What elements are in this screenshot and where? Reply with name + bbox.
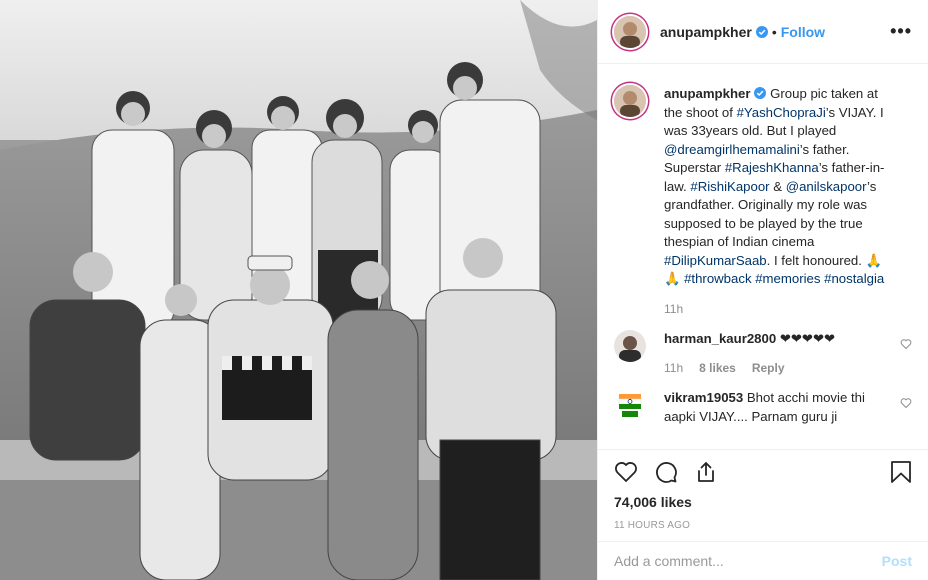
comment-like-heart-icon[interactable] (900, 397, 912, 409)
caption-segment: & (769, 178, 786, 194)
share-icon[interactable] (694, 460, 718, 484)
hashtag-link[interactable]: #RishiKapoor (690, 179, 769, 194)
likes-count[interactable]: 74,006 likes (614, 494, 912, 510)
caption-row: anupampkher Group pic taken at the shoot… (614, 85, 912, 316)
comment-likes[interactable]: 8 likes (699, 361, 736, 375)
follow-button[interactable]: Follow (781, 24, 825, 40)
hashtag-link[interactable]: #nostalgia (824, 271, 884, 286)
post-timestamp[interactable]: 11 HOURS AGO (614, 520, 912, 531)
reply-button[interactable]: Reply (752, 361, 785, 375)
save-bookmark-icon[interactable] (890, 460, 912, 484)
commenter-avatar[interactable] (614, 389, 646, 421)
comment-row: vikram19053 Bhot acchi movie thi aapki V… (614, 389, 912, 426)
action-icons (614, 450, 912, 494)
comment-meta: 11h 8 likes Reply (664, 361, 898, 375)
comment-text: harman_kaur2800 ❤❤❤❤❤ (664, 330, 898, 349)
caption-text: anupampkher Group pic taken at the shoot… (664, 85, 898, 289)
commenter-avatar[interactable] (614, 329, 646, 362)
hashtag-link[interactable]: #YashChopraJi (737, 105, 826, 120)
separator-dot: • (771, 23, 777, 40)
mention-link[interactable]: @dreamgirlhemamalini (664, 142, 800, 157)
post-actions: 74,006 likes 11 HOURS AGO (598, 449, 928, 531)
comment-bubble-icon[interactable] (654, 460, 678, 484)
comments-list[interactable]: anupampkher Group pic taken at the shoot… (598, 65, 928, 449)
author-avatar[interactable] (614, 15, 646, 48)
post-modal: anupampkher • Follow ••• anupampkher Gro… (0, 0, 928, 580)
caption-time[interactable]: 11h (664, 302, 683, 316)
comment-input[interactable] (614, 553, 882, 569)
more-options-icon[interactable]: ••• (890, 21, 912, 42)
comment-username[interactable]: vikram19053 (664, 390, 743, 405)
mention-link[interactable]: @anilskapoor (786, 179, 867, 194)
verified-badge-icon (755, 25, 768, 38)
caption-avatar[interactable] (614, 85, 646, 117)
caption-meta: 11h (664, 302, 898, 316)
hashtag-link[interactable]: #DilipKumarSaab (664, 253, 767, 268)
post-side-panel: anupampkher • Follow ••• anupampkher Gro… (597, 0, 928, 580)
add-comment-bar: Post (598, 541, 928, 580)
comment-text: vikram19053 Bhot acchi movie thi aapki V… (664, 389, 898, 426)
comment-time[interactable]: 11h (664, 361, 683, 375)
post-header: anupampkher • Follow ••• (598, 0, 928, 64)
comment-like-heart-icon[interactable] (900, 338, 912, 350)
caption-username[interactable]: anupampkher (664, 86, 750, 101)
group-photo-image (0, 0, 597, 580)
comment-username[interactable]: harman_kaur2800 (664, 331, 776, 346)
hashtag-link[interactable]: #memories (755, 271, 820, 286)
post-photo[interactable] (0, 0, 597, 580)
like-heart-icon[interactable] (614, 460, 638, 484)
comment-body: ❤❤❤❤❤ (776, 330, 836, 346)
hashtag-link[interactable]: #RajeshKhanna (725, 160, 819, 175)
post-comment-button[interactable]: Post (882, 553, 912, 569)
verified-badge-icon (754, 87, 767, 99)
hashtag-link[interactable]: #throwback (684, 271, 751, 286)
author-username[interactable]: anupampkher (660, 24, 752, 40)
comment-row: harman_kaur2800 ❤❤❤❤❤ 11h 8 likes Reply (614, 329, 912, 375)
